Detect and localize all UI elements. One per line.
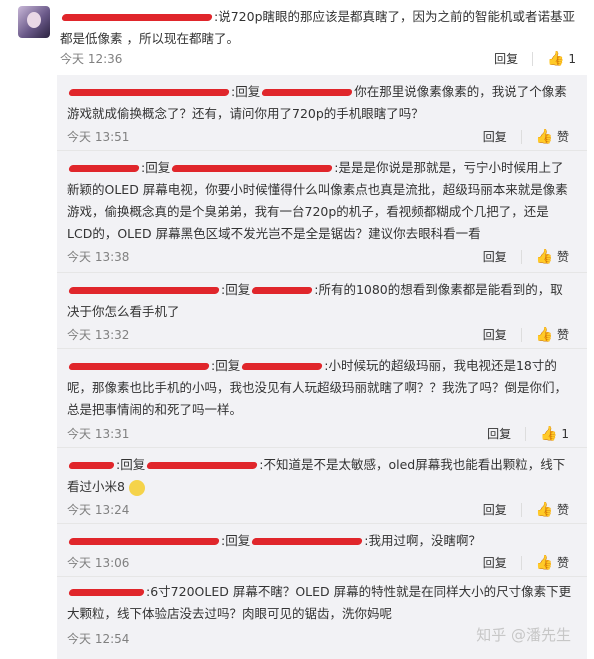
thumbs-up-icon: 👍 [535,129,554,145]
divider [520,555,522,570]
redacted-username [68,462,115,469]
like-button[interactable]: 👍 赞 [536,326,569,343]
divider [520,249,522,264]
like-label: 赞 [556,503,569,517]
reply-text: :回复:是是是你说是那就是，亏宁小时候用上了新颖的OLED 屏幕电视，你要小时候… [67,157,572,245]
timestamp: 今天 13:38 [67,250,130,264]
divider [525,426,527,441]
redacted-username [61,14,213,21]
reply-button[interactable]: 回复 [483,248,507,265]
redacted-username [68,538,220,545]
list-item: :回复 你在那里说像素像素的，我说了个像素游戏就成偷换概念了？还有，请问你用了72… [57,75,587,150]
like-button[interactable]: 👍 赞 [536,501,569,518]
thumbs-up-icon: 👍 [547,50,565,67]
like-label: 赞 [556,130,569,144]
redacted-username [146,462,258,469]
reply-text: :回复:小时候玩的超级玛丽，我电视还是18寸的呢，那像素也比手机的小吗，我也没见… [67,355,572,421]
watermark: 知乎 @潘先生 [476,626,571,644]
timestamp: 今天 13:24 [67,503,130,517]
divider [520,502,522,517]
thumbs-up-icon: 👍 [535,555,554,571]
redacted-username [68,363,210,370]
smiley-emoji-icon [128,479,145,496]
list-item: :回复:小时候玩的超级玛丽，我电视还是18寸的呢，那像素也比手机的小吗，我也没见… [57,349,587,447]
reply-text: :回复 你在那里说像素像素的，我说了个像素游戏就成偷换概念了？还有，请问你用了72… [67,84,567,121]
divider [520,327,522,342]
redacted-username [251,287,313,294]
like-count: 1 [561,426,569,441]
reply-button[interactable]: 回复 [483,554,507,571]
reply-actions: 回复 👍 1 [487,425,569,442]
reply-button[interactable]: 回复 [483,326,507,343]
reply-actions: 回复 👍 赞 [483,554,569,571]
comment-actions: 回复 👍 1 [494,50,576,67]
avatar[interactable] [18,6,50,38]
reply-text: :回复:不知道是不是太敏感，oled屏幕我也能看出颗粒，线下看过小米8 [67,454,572,498]
redacted-username [171,165,333,172]
list-item: :回复:我用过啊，没瞎啊？ 今天 13:06 回复 👍 赞 [57,524,587,576]
reply-list: :回复 你在那里说像素像素的，我说了个像素游戏就成偷换概念了？还有，请问你用了72… [57,75,587,659]
reply-keyword: 回复 [120,457,146,472]
reply-button[interactable]: 回复 [483,501,507,518]
reply-button[interactable]: 回复 [494,50,518,67]
list-item: :回复:不知道是不是太敏感，oled屏幕我也能看出颗粒，线下看过小米8 今天 1… [57,448,587,523]
thumbs-up-icon: 👍 [540,425,558,442]
reply-keyword: 回复 [145,160,171,175]
redacted-username [241,363,323,370]
like-button[interactable]: 👍 赞 [536,248,569,265]
redacted-username [251,538,363,545]
reply-body: :我用过啊，没瞎啊？ [364,533,481,548]
main-comment: :说720p瞎眼的那应该是都真瞎了，因为之前的智能机或者诺基亚都是低像素 ，所以… [0,0,594,75]
redacted-username [68,287,220,294]
timestamp: 今天 13:51 [67,130,130,144]
thumbs-up-icon: 👍 [535,249,554,265]
reply-text: :回复:我用过啊，没瞎啊？ [67,530,572,552]
divider [532,51,534,66]
timestamp: 今天 12:36 [60,52,123,66]
reply-keyword: 回复 [225,282,251,297]
reply-button[interactable]: 回复 [483,128,507,145]
main-comment-text: :说720p瞎眼的那应该是都真瞎了，因为之前的智能机或者诺基亚都是低像素 ，所以… [60,6,580,50]
like-count: 1 [568,51,576,66]
divider [520,129,522,144]
like-button[interactable]: 👍 1 [540,426,569,442]
like-button[interactable]: 👍 赞 [536,554,569,571]
reply-keyword: 回复 [225,533,251,548]
like-button[interactable]: 👍 1 [547,51,576,67]
thumbs-up-icon: 👍 [535,502,554,518]
reply-actions: 回复 👍 赞 [483,128,569,145]
timestamp: 今天 13:31 [67,427,130,441]
reply-actions: 回复 👍 赞 [483,326,569,343]
redacted-username [261,89,353,96]
reply-text: :回复:所有的1080的想看到像素都是能看到的，取决于你怎么看手机了 [67,279,572,323]
redacted-username [68,589,145,596]
timestamp: 今天 13:06 [67,556,130,570]
like-label: 赞 [556,328,569,342]
timestamp: 今天 12:54 [67,632,130,646]
redacted-username [68,165,140,172]
reply-keyword: 回复 [215,358,241,373]
like-label: 赞 [556,250,569,264]
like-button[interactable]: 👍 赞 [536,128,569,145]
timestamp: 今天 13:32 [67,328,130,342]
reply-button[interactable]: 回复 [487,425,511,442]
reply-text: :6寸720OLED 屏幕不瞎？OLED 屏幕的特性就是在同样大小的尺寸像素下更… [67,581,572,625]
reply-actions: 回复 👍 赞 [483,248,569,265]
redacted-username [68,89,230,96]
reply-actions: 回复 👍 赞 [483,501,569,518]
reply-keyword: 回复 [235,84,261,99]
list-item: :回复:所有的1080的想看到像素都是能看到的，取决于你怎么看手机了 今天 13… [57,273,587,348]
list-item: :6寸720OLED 屏幕不瞎？OLED 屏幕的特性就是在同样大小的尺寸像素下更… [57,577,587,659]
like-label: 赞 [556,556,569,570]
thumbs-up-icon: 👍 [535,327,554,343]
list-item: :回复:是是是你说是那就是，亏宁小时候用上了新颖的OLED 屏幕电视，你要小时候… [57,151,587,271]
